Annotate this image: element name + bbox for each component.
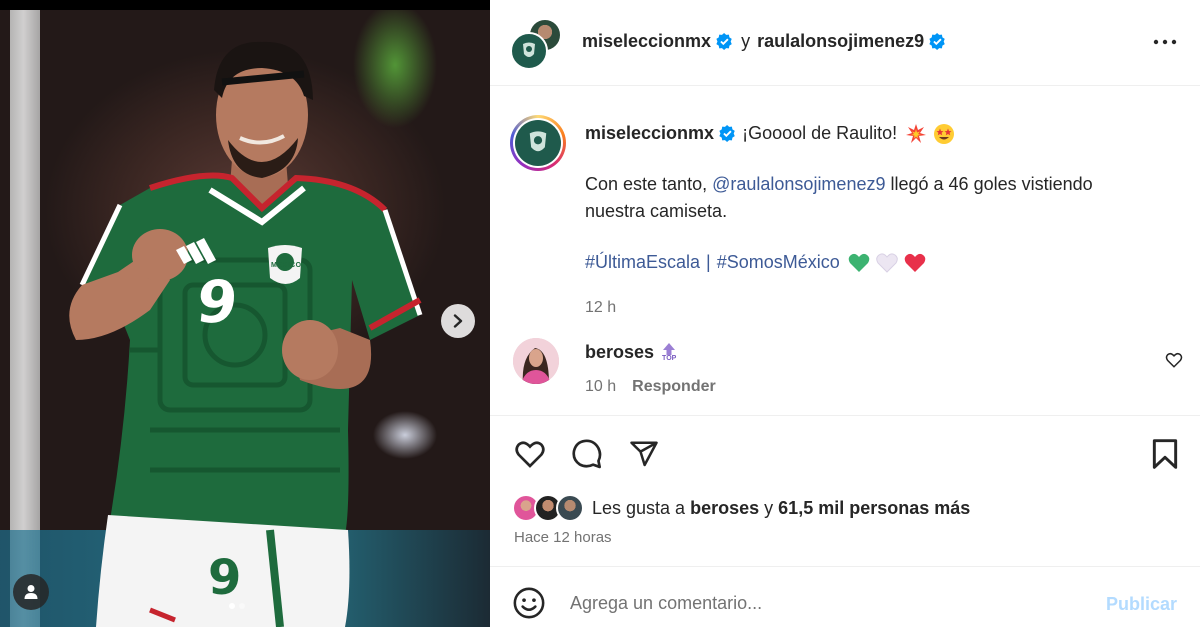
comment-user: beroses TOP — [585, 342, 676, 363]
top-badge-label: TOP — [662, 354, 677, 362]
comment-item: beroses TOP 10 h Responder — [490, 332, 1200, 416]
like-button[interactable] — [512, 436, 548, 472]
caption-body: Con este tanto, @raulalonsojimenez9 lleg… — [585, 171, 1175, 225]
likes-prefix: Les gusta a — [592, 497, 686, 518]
white-heart-emoji-icon — [876, 252, 898, 273]
carousel-dot — [239, 603, 245, 609]
jersey-number: 9 — [193, 268, 241, 336]
comment-avatar[interactable] — [513, 338, 559, 384]
comment-bubble-icon — [572, 439, 602, 469]
likes-summary: Les gusta a beroses y 61,5 mil personas … — [512, 494, 970, 522]
likes-count-link[interactable]: 61,5 mil personas más — [778, 498, 970, 519]
comment-composer: Publicar — [490, 566, 1200, 627]
share-button[interactable] — [626, 436, 662, 472]
post-date: Hace 12 horas — [514, 529, 612, 546]
hashtag-link[interactable]: #SomosMéxico — [717, 249, 840, 276]
caption-headline: ¡Gooool de Raulito! — [742, 123, 898, 143]
header-separator: y — [741, 31, 751, 51]
post-caption: miseleccionmx ¡Gooool de Raulito! Con es… — [490, 86, 1200, 332]
paper-plane-icon — [630, 441, 658, 467]
user-icon — [24, 585, 38, 599]
caption-hashtags: #ÚltimaEscala | #SomosMéxico — [585, 249, 1175, 276]
first-liker[interactable]: beroses — [690, 498, 759, 519]
verified-badge-icon — [929, 33, 945, 50]
heart-icon — [515, 441, 545, 468]
caption-body-line2: nuestra camiseta. — [585, 201, 728, 221]
header-username-2[interactable]: raulalonsojimenez9 — [757, 31, 924, 52]
mention-link[interactable]: @raulalonsojimenez9 — [712, 174, 885, 194]
shorts-number: 9 — [208, 550, 242, 606]
more-options-button[interactable] — [1150, 30, 1180, 54]
more-horizontal-icon — [1153, 39, 1177, 45]
comment-username[interactable]: beroses — [585, 342, 654, 363]
verified-badge-icon — [716, 33, 732, 50]
caption-body-suffix: llegó a 46 goles vistiendo — [890, 174, 1093, 194]
verified-badge-icon — [719, 125, 735, 142]
crest-icon — [523, 42, 535, 57]
liker-avatar — [556, 494, 584, 522]
next-media-button[interactable] — [441, 304, 475, 338]
carousel-indicator — [229, 603, 245, 609]
caption-timestamp: 12 h — [585, 299, 617, 316]
header-title: miseleccionmx y raulalonsojimenez9 — [582, 31, 946, 52]
crest-icon — [529, 131, 547, 152]
star-struck-emoji-icon — [934, 123, 955, 144]
comment-time: 10 h — [585, 378, 617, 395]
red-heart-emoji-icon — [904, 253, 926, 272]
crest-text: MEXICO — [271, 262, 302, 269]
post-media: 9 9 MEXICO — [0, 0, 490, 627]
top-fan-badge: TOP — [662, 342, 677, 363]
carousel-dot — [229, 603, 235, 609]
avatar-miseleccion — [510, 32, 548, 70]
chevron-right-icon — [453, 314, 463, 328]
comment-button[interactable] — [569, 436, 605, 472]
comment-meta: 10 h Responder — [585, 378, 716, 396]
caption-username[interactable]: miseleccionmx — [585, 120, 714, 147]
media-top-bar — [0, 0, 490, 10]
collab-avatars[interactable] — [510, 18, 562, 70]
comment-input[interactable] — [570, 589, 1090, 617]
arrow-up-icon — [663, 342, 676, 355]
hashtag-separator: | — [706, 252, 711, 272]
action-bar — [490, 430, 1200, 478]
tagged-users-button[interactable] — [13, 574, 49, 610]
post-header: miseleccionmx y raulalonsojimenez9 — [490, 0, 1200, 86]
likes-connector: y — [764, 497, 774, 518]
bookmark-icon — [1152, 439, 1178, 469]
save-button[interactable] — [1147, 436, 1183, 472]
caption-text: miseleccionmx ¡Gooool de Raulito! Con es… — [585, 120, 1175, 321]
reply-button[interactable]: Responder — [632, 378, 716, 396]
emoji-picker-icon[interactable] — [512, 586, 546, 620]
comment-avatar-photo — [513, 338, 559, 384]
green-heart-emoji-icon — [848, 253, 870, 272]
hashtag-link[interactable]: #ÚltimaEscala — [585, 249, 700, 276]
post-comment-button[interactable]: Publicar — [1106, 594, 1177, 615]
collision-emoji-icon — [906, 123, 927, 143]
caption-body-prefix: Con este tanto, — [585, 174, 708, 194]
comment-heart-icon[interactable] — [1165, 351, 1183, 369]
player-illustration — [69, 41, 423, 627]
liker-avatars — [512, 494, 586, 522]
header-username-1[interactable]: miseleccionmx — [582, 31, 711, 52]
caption-avatar[interactable] — [510, 115, 566, 171]
post-sidebar: miseleccionmx y raulalonsojimenez9 misel… — [490, 0, 1200, 627]
